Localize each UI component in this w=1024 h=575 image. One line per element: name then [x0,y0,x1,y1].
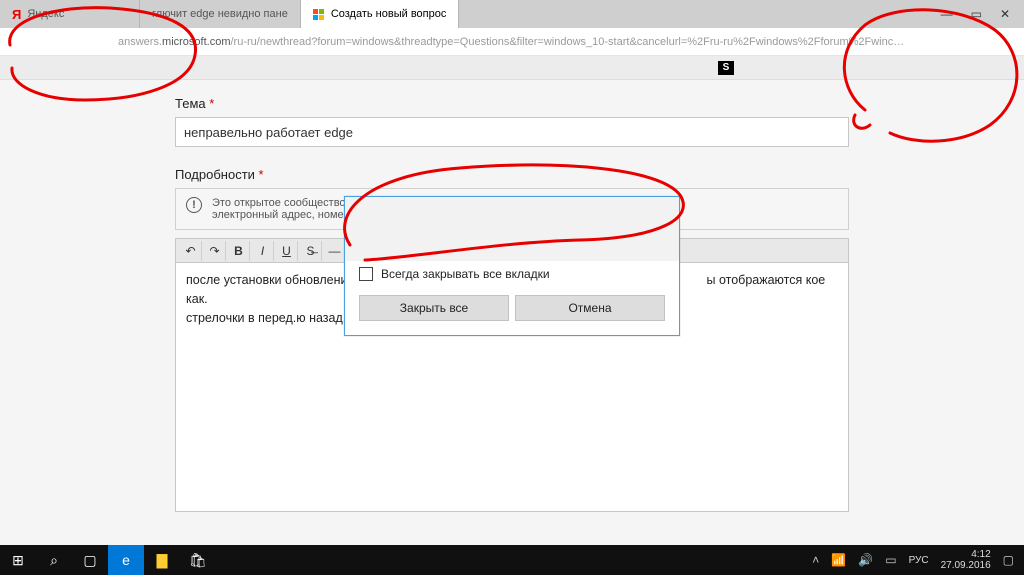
dialog-buttons: Закрыть все Отмена [345,295,679,335]
taskbar: ⊞ ⌕ ▢ e ▇ 🛍 ˄ 📶 🔊 ▭ РУС 4:12 27.09.2016 … [0,545,1024,575]
search-button[interactable]: ⌕ [36,545,72,575]
italic-button[interactable]: I [252,241,274,261]
tray-battery-icon[interactable]: ▭ [885,553,896,567]
url-text: answers.microsoft.com/ru-ru/newthread?fo… [118,36,904,48]
tray-clock[interactable]: 4:12 27.09.2016 [941,549,991,571]
tray-volume-icon[interactable]: 🔊 [858,553,873,567]
explorer-taskbar-icon[interactable]: ▇ [144,545,180,575]
task-view-button[interactable]: ▢ [72,545,108,575]
microsoft-icon [313,8,325,20]
dialog-checkbox-row: Всегда закрывать все вкладки [345,261,679,295]
details-label: Подробности * [175,167,849,182]
info-icon: ! [186,197,202,213]
tab-edge-issue[interactable]: глючит edge невидно пане [140,0,301,28]
browser-tabs-bar: Я Яндекс глючит edge невидно пане Создат… [0,0,1024,28]
checkbox-label: Всегда закрывать все вкладки [381,267,550,281]
tray-chevron-icon[interactable]: ˄ [812,553,819,567]
extension-icon[interactable]: S [718,61,734,75]
dialog-header-area [345,197,679,261]
cancel-button[interactable]: Отмена [515,295,665,321]
bold-button[interactable]: B [228,241,250,261]
underline-button[interactable]: U [276,241,298,261]
close-tabs-dialog: Всегда закрывать все вкладки Закрыть все… [344,196,680,336]
always-close-checkbox[interactable] [359,267,373,281]
tray-language[interactable]: РУС [909,555,929,566]
close-all-button[interactable]: Закрыть все [359,295,509,321]
maximize-button[interactable]: ▭ [971,7,982,21]
tab-new-question[interactable]: Создать новый вопрос [301,0,460,28]
yandex-icon: Я [12,7,21,22]
strike-button[interactable]: S̶ [300,241,322,261]
action-center-icon[interactable]: ▢ [1003,553,1014,567]
store-taskbar-icon[interactable]: 🛍 [180,545,216,575]
redo-button[interactable]: ↷ [204,241,226,261]
extensions-strip: S [0,56,1024,80]
close-button[interactable]: ✕ [1000,7,1010,21]
subject-input[interactable] [175,117,849,147]
tab-yandex[interactable]: Я Яндекс [0,0,140,28]
tray-network-icon[interactable]: 📶 [831,553,846,567]
window-controls: — ▭ ✕ [941,0,1024,28]
minimize-button[interactable]: — [941,7,953,21]
address-bar[interactable]: answers.microsoft.com/ru-ru/newthread?fo… [0,28,1024,56]
hr-button[interactable]: — [324,241,346,261]
edge-taskbar-icon[interactable]: e [108,545,144,575]
tab-label: Яндекс [27,8,64,20]
undo-button[interactable]: ↶ [180,241,202,261]
tab-label: глючит edge невидно пане [152,8,288,20]
tab-label: Создать новый вопрос [331,8,447,20]
start-button[interactable]: ⊞ [0,545,36,575]
subject-label: Тема * [175,96,849,111]
